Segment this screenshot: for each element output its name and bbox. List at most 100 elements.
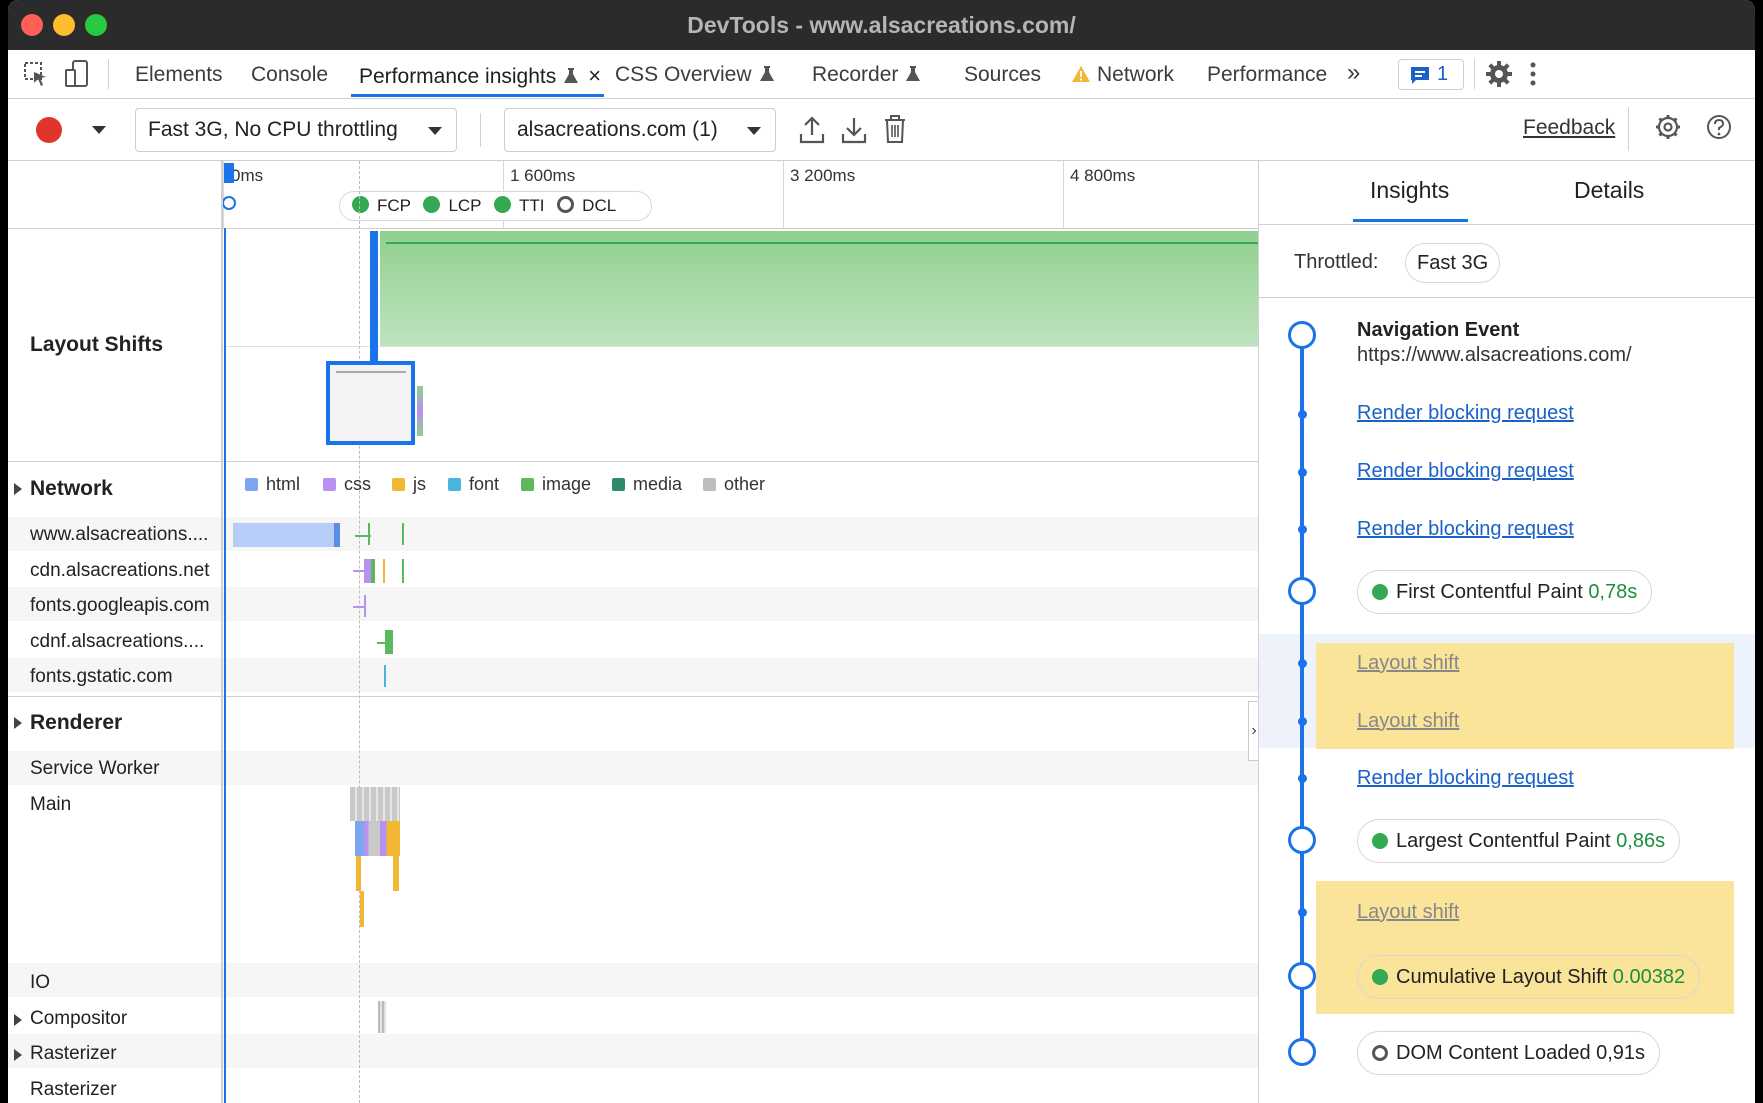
main-thread-task[interactable] <box>350 787 400 821</box>
network-request-bar[interactable] <box>368 523 370 545</box>
active-tab-indicator <box>351 94 604 97</box>
tab-console[interactable]: Console <box>251 63 328 87</box>
delete-trash-icon[interactable] <box>883 114 907 144</box>
main-thread-task[interactable] <box>360 891 364 927</box>
network-request-bar[interactable] <box>402 523 404 545</box>
tab-divider <box>108 59 109 89</box>
network-request-bar[interactable] <box>402 559 404 583</box>
more-options-kebab-icon[interactable] <box>1528 60 1538 88</box>
panel-settings-gear-icon[interactable] <box>1654 113 1682 141</box>
issues-button[interactable]: 1 <box>1398 59 1464 90</box>
record-button[interactable] <box>36 117 62 143</box>
side-tabs-divider <box>1259 224 1755 225</box>
expand-triangle-icon[interactable] <box>14 483 22 495</box>
cls-insight-pill[interactable]: Cumulative Layout Shift 0.00382 <box>1357 955 1701 999</box>
ruler-label: 3 200ms <box>790 166 856 185</box>
network-request-bar[interactable] <box>364 595 366 617</box>
fcp-insight-pill[interactable]: First Contentful Paint 0,78s <box>1357 570 1653 614</box>
network-request-bar[interactable] <box>377 642 385 644</box>
network-request-bar[interactable] <box>233 523 340 547</box>
layout-shift-thumbnail-edge <box>417 386 423 436</box>
track-label-network[interactable]: Network <box>30 477 113 501</box>
record-options-dropdown-icon[interactable] <box>92 126 106 134</box>
tab-recorder[interactable]: Recorder <box>812 63 921 87</box>
close-tab-icon[interactable]: × <box>588 63 601 88</box>
tti-marker[interactable]: TTI <box>519 196 545 215</box>
track-label-renderer[interactable]: Renderer <box>30 711 122 735</box>
network-request-bar[interactable] <box>385 630 393 654</box>
help-icon[interactable] <box>1705 113 1733 141</box>
cls-value: 0.00382 <box>1612 966 1686 988</box>
network-request-bar[interactable] <box>384 665 386 687</box>
expand-triangle-icon[interactable] <box>14 1049 22 1061</box>
network-host-label[interactable]: fonts.gstatic.com <box>30 666 173 688</box>
layout-shift-marker[interactable] <box>370 231 378 366</box>
navigation-marker-icon[interactable] <box>222 196 236 210</box>
network-host-label[interactable]: cdnf.alsacreations.... <box>30 631 204 653</box>
legend-swatch <box>521 478 534 491</box>
layout-shift-baseline <box>223 346 1258 347</box>
layout-shift-link[interactable]: Layout shift <box>1357 901 1459 924</box>
legend-swatch <box>323 478 336 491</box>
render-blocking-request-link[interactable]: Render blocking request <box>1357 518 1574 541</box>
throttle-divider <box>1259 297 1755 298</box>
main-thread-task[interactable] <box>355 821 400 856</box>
network-host-label[interactable]: cdn.alsacreations.net <box>30 560 210 582</box>
tab-css-overview-label: CSS Overview <box>615 63 752 86</box>
download-icon[interactable] <box>840 115 868 145</box>
main-thread-task[interactable] <box>356 856 361 891</box>
tab-performance-insights[interactable]: Performance insights × <box>359 63 601 89</box>
tab-network[interactable]: Network <box>1071 63 1174 87</box>
lcp-insight-pill[interactable]: Largest Contentful Paint 0,86s <box>1357 819 1681 863</box>
tab-insights[interactable]: Insights <box>1370 177 1449 204</box>
device-toolbar-icon[interactable] <box>63 59 91 89</box>
layout-shift-link[interactable]: Layout shift <box>1357 652 1459 675</box>
legend-label: js <box>413 474 426 494</box>
more-tabs-chevron-icon[interactable]: » <box>1347 59 1360 87</box>
network-request-bar[interactable] <box>371 559 375 583</box>
layout-shift-screenshot-thumbnail[interactable] <box>326 361 415 445</box>
track-label-rasterizer[interactable]: Rasterizer <box>30 1043 117 1065</box>
legend-image: image <box>521 474 591 495</box>
timeline-start-handle[interactable] <box>224 163 234 183</box>
main-thread-task[interactable] <box>393 856 399 891</box>
toolbar-divider <box>480 113 481 147</box>
inspect-element-icon[interactable] <box>22 60 50 88</box>
network-host-label[interactable]: www.alsacreations.... <box>30 524 208 546</box>
compositor-task[interactable] <box>378 1001 386 1033</box>
upload-icon[interactable] <box>798 115 826 145</box>
lcp-dot-icon <box>423 196 441 213</box>
fcp-marker[interactable]: FCP <box>377 196 411 215</box>
lcp-marker[interactable]: LCP <box>448 196 481 215</box>
render-blocking-request-link[interactable]: Render blocking request <box>1357 402 1574 425</box>
tab-elements[interactable]: Elements <box>135 63 223 87</box>
track-label-compositor[interactable]: Compositor <box>30 1008 127 1030</box>
tab-details[interactable]: Details <box>1574 177 1644 204</box>
legend-html: html <box>245 474 300 495</box>
network-request-bar[interactable] <box>334 523 340 547</box>
network-request-bar[interactable] <box>383 559 385 583</box>
layout-shift-link[interactable]: Layout shift <box>1357 710 1459 733</box>
network-host-label[interactable]: fonts.googleapis.com <box>30 595 210 617</box>
render-blocking-request-link[interactable]: Render blocking request <box>1357 460 1574 483</box>
dcl-label: DOM Content Loaded <box>1396 1042 1591 1064</box>
dcl-insight-pill[interactable]: DOM Content Loaded 0,91s <box>1357 1031 1661 1075</box>
timeline-node-icon <box>1288 577 1316 605</box>
layout-shift-cluster-bar[interactable] <box>380 231 1258 346</box>
fcp-value: 0,78s <box>1588 581 1638 603</box>
expand-triangle-icon[interactable] <box>14 717 22 729</box>
legend-label: other <box>724 474 766 494</box>
throttling-select[interactable]: Fast 3G, No CPU throttling <box>135 108 457 152</box>
tab-performance[interactable]: Performance <box>1207 63 1327 87</box>
timeline-dot-icon <box>1298 410 1307 419</box>
feedback-link[interactable]: Feedback <box>1523 116 1615 140</box>
render-blocking-request-link[interactable]: Render blocking request <box>1357 767 1574 790</box>
lcp-label: Largest Contentful Paint <box>1396 830 1611 852</box>
tab-sources[interactable]: Sources <box>964 63 1041 87</box>
dcl-marker[interactable]: DCL <box>582 196 616 215</box>
layout-shift-cluster-top-line <box>386 242 1258 244</box>
recording-select[interactable]: alsacreations.com (1) <box>504 108 776 152</box>
tab-css-overview[interactable]: CSS Overview <box>615 63 774 87</box>
settings-gear-icon[interactable] <box>1485 60 1513 88</box>
expand-triangle-icon[interactable] <box>14 1014 22 1026</box>
